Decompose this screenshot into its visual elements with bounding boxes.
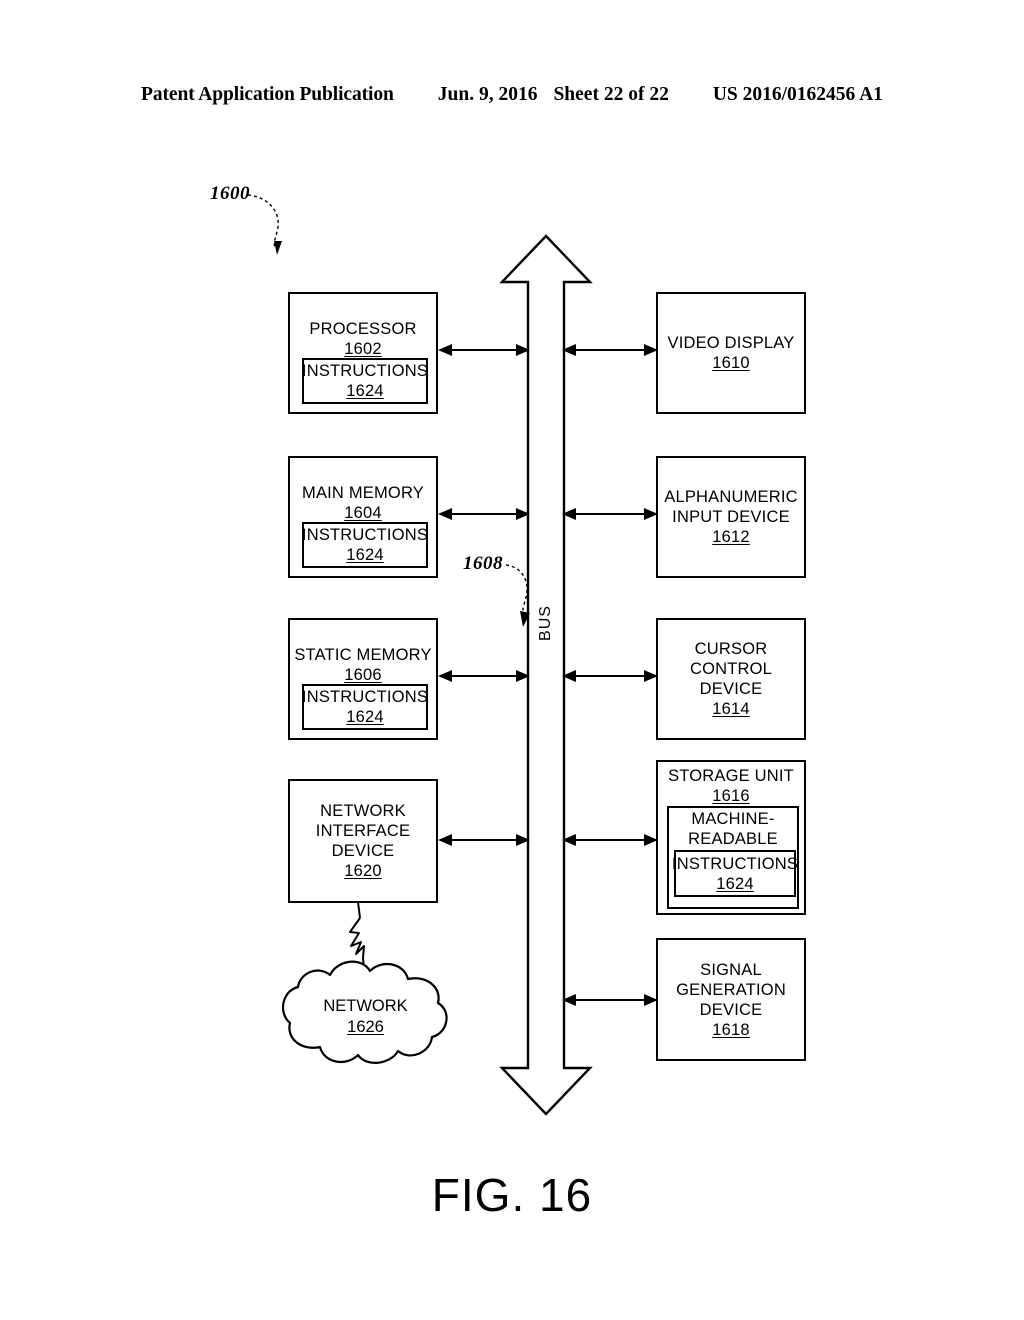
block-network-interface-device-title: NETWORK INTERFACE DEVICE — [315, 802, 411, 860]
block-processor-number: 1602 — [344, 340, 382, 358]
header-publication: Patent Application Publication — [141, 84, 394, 105]
block-network-interface-device-number: 1620 — [344, 862, 382, 880]
block-main-memory-instructions-number: 1624 — [346, 546, 384, 564]
page-header: Patent Application Publication Jun. 9, 2… — [0, 84, 1024, 106]
block-main-memory: MAIN MEMORY 1604 INSTRUCTIONS 1624 — [288, 456, 438, 578]
block-video-display: VIDEO DISPLAY 1610 — [656, 292, 806, 414]
patent-figure-page: Patent Application Publication Jun. 9, 2… — [0, 0, 1024, 1320]
block-static-memory-instructions-title: INSTRUCTIONS — [301, 688, 429, 706]
block-main-memory-title: MAIN MEMORY — [302, 484, 424, 502]
block-static-memory: STATIC MEMORY 1606 INSTRUCTIONS 1624 — [288, 618, 438, 740]
block-storage-unit-number: 1616 — [712, 787, 750, 805]
block-cursor-control-device: CURSOR CONTROL DEVICE 1614 — [656, 618, 806, 740]
network-cloud-icon: NETWORK 1626 — [278, 955, 453, 1070]
block-processor-instructions-number: 1624 — [346, 382, 384, 400]
block-static-memory-number: 1606 — [344, 666, 382, 684]
block-cursor-control-device-number: 1614 — [712, 700, 750, 718]
leader-line-1600 — [246, 189, 306, 257]
block-static-memory-title: STATIC MEMORY — [294, 646, 432, 664]
connector-processor-bus — [438, 340, 530, 360]
block-signal-generation-device: SIGNAL GENERATION DEVICE 1618 — [656, 938, 806, 1061]
block-video-display-title: VIDEO DISPLAY — [667, 334, 795, 352]
block-machine-readable-medium: MACHINE- READABLE MEDIUM 1622 INSTRUCTIO… — [667, 806, 799, 909]
figure-caption: FIG. 16 — [431, 1169, 593, 1221]
block-storage-instructions-title: INSTRUCTIONS — [671, 854, 799, 873]
block-main-memory-instructions-title: INSTRUCTIONS — [301, 526, 429, 544]
connector-network-interface-device-bus — [438, 830, 530, 850]
connector-bus-video-display — [562, 340, 658, 360]
network-number: 1626 — [347, 1018, 384, 1036]
block-cursor-control-device-title: CURSOR CONTROL DEVICE — [689, 640, 773, 698]
block-processor-title: PROCESSOR — [309, 320, 417, 338]
connector-bus-signal-generation-device — [562, 990, 658, 1010]
ref-numeral-1608: 1608 — [463, 553, 503, 574]
header-patent-number: US 2016/0162456 A1 — [712, 84, 883, 105]
block-video-display-number: 1610 — [712, 354, 750, 372]
block-processor-instructions-title: INSTRUCTIONS — [301, 362, 429, 380]
block-static-memory-instructions: INSTRUCTIONS 1624 — [302, 684, 428, 730]
block-storage-unit-title: STORAGE UNIT — [668, 767, 794, 785]
network-cloud-label: NETWORK 1626 — [278, 996, 453, 1038]
header-date: Jun. 9, 2016 — [437, 84, 538, 105]
block-alphanumeric-input-device-number: 1612 — [712, 528, 750, 546]
block-alphanumeric-input-device-title: ALPHANUMERIC INPUT DEVICE — [664, 488, 798, 526]
connector-main-memory-bus — [438, 504, 530, 524]
block-signal-generation-device-number: 1618 — [712, 1020, 750, 1039]
connector-bus-storage-unit — [562, 830, 658, 850]
header-sheet: Sheet 22 of 22 — [553, 84, 669, 105]
block-alphanumeric-input-device: ALPHANUMERIC INPUT DEVICE 1612 — [656, 456, 806, 578]
ref-numeral-1600: 1600 — [210, 183, 250, 204]
block-network-interface-device: NETWORK INTERFACE DEVICE 1620 — [288, 779, 438, 903]
network-title: NETWORK — [323, 997, 408, 1015]
connector-bus-cursor-control-device — [562, 666, 658, 686]
block-static-memory-instructions-number: 1624 — [346, 708, 384, 726]
connector-static-memory-bus — [438, 666, 530, 686]
block-main-memory-number: 1604 — [344, 504, 382, 522]
block-storage-instructions: INSTRUCTIONS 1624 — [671, 850, 799, 897]
block-signal-generation-device-title: SIGNAL GENERATION DEVICE — [676, 960, 786, 1019]
block-processor-instructions: INSTRUCTIONS 1624 — [302, 358, 428, 404]
block-storage-instructions-number: 1624 — [716, 874, 754, 893]
block-processor: PROCESSOR 1602 INSTRUCTIONS 1624 — [288, 292, 438, 414]
block-storage-unit: STORAGE UNIT 1616 MACHINE- READABLE MEDI… — [656, 760, 806, 915]
connector-bus-alphanumeric-input-device — [562, 504, 658, 524]
leader-line-1608 — [504, 559, 558, 629]
block-main-memory-instructions: INSTRUCTIONS 1624 — [302, 522, 428, 568]
